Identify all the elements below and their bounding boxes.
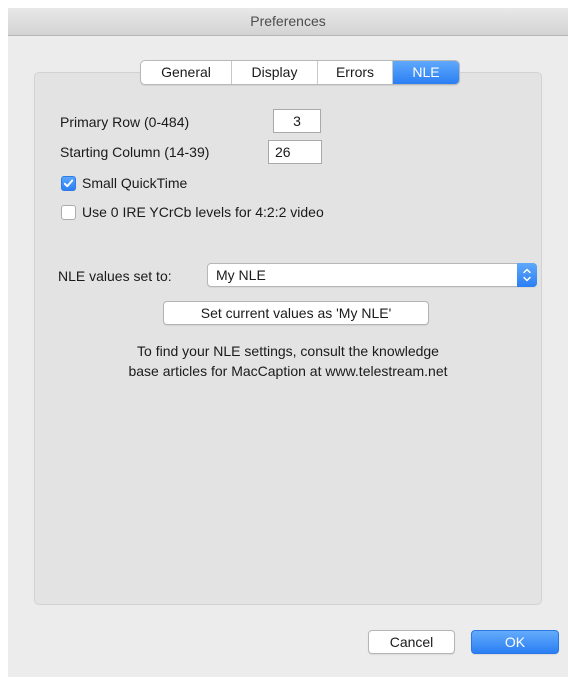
ire-levels-row[interactable]: Use 0 IRE YCrCb levels for 4:2:2 video — [61, 203, 324, 221]
ire-levels-checkbox[interactable] — [61, 204, 76, 220]
tab-nle[interactable]: NLE — [393, 61, 459, 84]
preferences-window: Preferences General Display Errors NLE P… — [8, 8, 568, 677]
ire-levels-label: Use 0 IRE YCrCb levels for 4:2:2 video — [82, 204, 324, 220]
nle-values-selected: My NLE — [216, 267, 266, 283]
info-text-line1: To find your NLE settings, consult the k… — [137, 343, 439, 359]
tab-display[interactable]: Display — [232, 61, 318, 84]
tab-errors[interactable]: Errors — [318, 61, 393, 84]
small-quicktime-checkbox[interactable] — [61, 175, 76, 191]
small-quicktime-label: Small QuickTime — [82, 175, 188, 191]
primary-row-label: Primary Row (0-484) — [60, 114, 190, 130]
nle-values-label: NLE values set to: — [58, 268, 172, 284]
set-current-values-button[interactable]: Set current values as 'My NLE' — [163, 301, 429, 325]
primary-row-field[interactable]: 3 — [273, 109, 321, 133]
select-arrows-icon — [517, 263, 537, 287]
cancel-button[interactable]: Cancel — [368, 630, 455, 654]
nle-values-select[interactable]: My NLE — [207, 263, 537, 287]
small-quicktime-row[interactable]: Small QuickTime — [61, 174, 187, 192]
info-text-line2: base articles for MacCaption at www.tele… — [128, 363, 448, 379]
ok-button[interactable]: OK — [471, 630, 559, 654]
starting-column-label: Starting Column (14-39) — [60, 144, 210, 160]
checkmark-icon — [63, 179, 74, 187]
tab-bar: General Display Errors NLE — [140, 60, 460, 85]
starting-column-field[interactable]: 26 — [268, 140, 322, 164]
window-title: Preferences — [8, 8, 568, 36]
tab-general[interactable]: General — [141, 61, 232, 84]
